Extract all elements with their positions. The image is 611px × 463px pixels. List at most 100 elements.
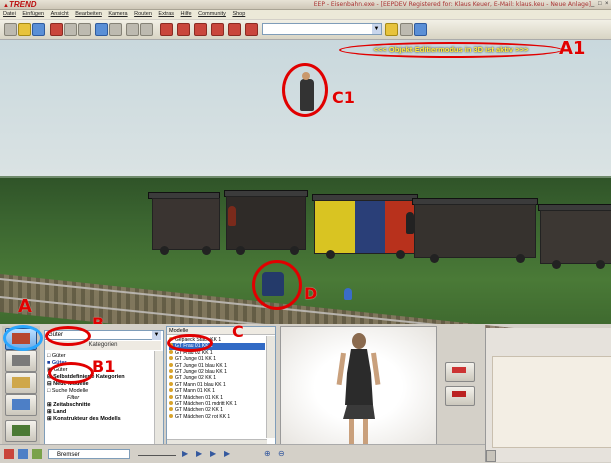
rotate-left-icon [452,367,466,373]
highlight-circle-c1 [282,63,328,117]
wagon-4 [414,204,536,258]
train4-icon[interactable] [211,23,224,36]
fast-forward-icon[interactable]: ▶ [224,449,234,459]
maximize-icon[interactable]: □ [598,0,604,7]
model-item[interactable]: GT Mädchen 02 rot KK 1 [169,413,265,420]
train-icon[interactable] [160,23,173,36]
tree-item[interactable]: ⊞ Land [47,409,147,416]
undo-icon[interactable] [126,23,139,36]
menu-community[interactable]: Community [198,11,226,17]
road-icon [12,355,30,366]
redo-icon[interactable] [140,23,153,36]
cut-icon[interactable] [50,23,63,36]
wheel [516,254,525,263]
menu-hilfe[interactable]: Hilfe [181,11,192,17]
tree-item[interactable]: ⊞ Zeitabschnitte [47,402,147,409]
save-icon[interactable] [32,23,45,36]
label-a: A [18,296,32,317]
label-c1: C1 [332,88,355,107]
minimap-panel [485,328,611,462]
play-icon[interactable]: ▶ [196,449,206,459]
woman-figure-preview [336,333,381,445]
wheel [552,260,561,269]
label-c: C [232,322,244,341]
zoom-slider[interactable] [138,449,176,456]
menu-kamera[interactable]: Kamera [108,11,127,17]
toolbar: ▼ [0,20,611,40]
wheel [326,250,335,259]
paste-icon[interactable] [78,23,91,36]
menu-shop[interactable]: Shop [232,11,245,17]
copy-icon[interactable] [64,23,77,36]
camera-icon[interactable] [95,23,108,36]
train2-icon[interactable] [177,23,190,36]
search-icon[interactable] [385,23,398,36]
minimap[interactable] [492,356,611,448]
category-panel: Güter ▼ Kategorien □ Güter ■ Güter ▣ Güte… [44,330,164,448]
label-d: D [304,284,318,303]
chevron-down-icon[interactable]: ▼ [152,331,161,340]
tool-combo[interactable]: Bremser [48,449,130,459]
minimap-scroll-button[interactable] [486,450,496,462]
road-button[interactable] [5,350,37,372]
menu-datei[interactable]: Datei [3,11,16,17]
train6-icon[interactable] [245,23,258,36]
chevron-down-icon[interactable]: ▼ [372,24,381,34]
tree-item[interactable]: ⊞ Konstrukteur des Modells [47,416,147,423]
tools-icon[interactable] [400,23,413,36]
3d-viewport[interactable]: <<< Objekt-Editiermodus in 3D ist aktiv … [0,38,611,377]
wheel [160,246,169,255]
fast-forward-icon[interactable]: ▶ [210,449,220,459]
wagon-5 [540,210,611,264]
landscape-button[interactable] [5,420,37,442]
close-icon[interactable]: × [605,0,611,7]
label-b1: B1 [92,357,116,376]
train3-icon[interactable] [194,23,207,36]
menu-extras[interactable]: Extras [158,11,174,17]
edit-icon[interactable] [4,449,14,459]
menu-routen[interactable]: Routen [134,11,152,17]
horizon-line [0,176,611,178]
title-bar: ▲TREND EEP - Eisenbahn.exe - [EEPDEV Reg… [0,0,611,10]
help-icon[interactable] [414,23,427,36]
tag-icon[interactable] [32,449,42,459]
menu-ansicht[interactable]: Ansicht [51,11,69,17]
wagon-1 [152,198,220,250]
landscape-icon [12,425,30,436]
wheel [396,250,405,259]
highlight-circle-d [252,260,302,310]
editor-mode-banner: <<< Objekt-Editiermodus in 3D ist aktiv … [339,42,563,58]
person-on-wagon[interactable] [406,212,414,234]
model-preview [280,326,437,448]
highlight-circle-c [167,334,213,352]
zoom-out-icon[interactable]: ⊖ [278,449,288,459]
view-icon[interactable] [109,23,122,36]
zoom-in-icon[interactable]: ⊕ [264,449,274,459]
menu-bearbeiten[interactable]: Bearbeiten [75,11,102,17]
rotate-left-button[interactable] [445,362,475,382]
new-icon[interactable] [4,23,17,36]
tree-item[interactable]: □ Suche Modelle [47,388,147,395]
model-list-scrollbar[interactable] [266,336,275,438]
window-title: EEP - Eisenbahn.exe - [EEPDEV Registered… [313,1,591,8]
train5-icon[interactable] [228,23,241,36]
tram-icon [12,377,30,388]
toolbar-select[interactable]: ▼ [262,23,382,35]
child-figure[interactable] [344,288,352,300]
label-a1: A1 [559,38,586,59]
wheel [430,254,439,263]
tram-button[interactable] [5,372,37,394]
play-icon[interactable]: ▶ [182,449,192,459]
menu-einfuegen[interactable]: Einfügen [22,11,44,17]
rotate-right-button[interactable] [445,386,475,406]
water-button[interactable] [5,394,37,416]
person-on-wagon[interactable] [228,206,236,226]
open-icon[interactable] [18,23,31,36]
minimize-icon[interactable]: _ [591,0,597,7]
highlight-circle-b1 [48,362,94,384]
object-editor-panel: Güter ▼ Kategorien □ Güter ■ Güter ▣ Güte… [0,322,485,462]
rotate-right-icon [452,391,466,397]
info-icon[interactable] [18,449,28,459]
category-scrollbar[interactable] [154,351,163,445]
wheel [202,246,211,255]
